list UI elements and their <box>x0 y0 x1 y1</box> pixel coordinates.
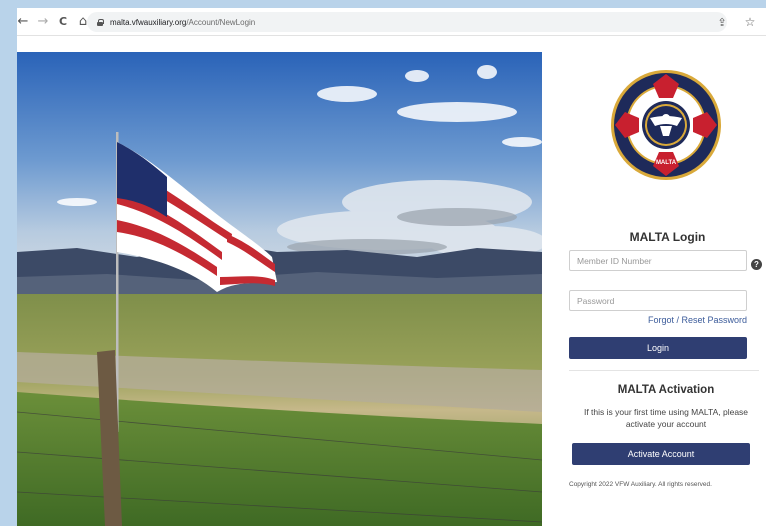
hero-image <box>17 52 542 526</box>
activation-description: If this is your first time using MALTA, … <box>583 407 749 429</box>
login-panel: MALTA MALTA Login Member ID Number ? Pas… <box>542 52 766 526</box>
bookmark-icon[interactable]: ☆ <box>740 12 760 32</box>
browser-toolbar: ← → C ⌂ malta.vfwauxiliary.org/Account/N… <box>17 8 766 36</box>
activation-title: MALTA Activation <box>617 384 715 396</box>
url-domain: malta.vfwauxiliary.org <box>110 17 187 27</box>
reload-icon[interactable]: C <box>53 12 73 32</box>
login-button[interactable]: Login <box>569 337 747 359</box>
copyright-text: Copyright 2022 VFW Auxiliary. All rights… <box>569 481 712 488</box>
divider <box>569 370 759 371</box>
help-icon[interactable]: ? <box>751 259 762 270</box>
forward-icon[interactable]: → <box>33 12 53 32</box>
share-icon[interactable]: ⇪ <box>712 12 732 32</box>
malta-logo: MALTA <box>611 70 721 180</box>
forgot-password-link[interactable]: Forgot / Reset Password <box>569 315 747 325</box>
lock-icon <box>97 18 104 26</box>
activate-account-button[interactable]: Activate Account <box>572 443 750 465</box>
url-path: /Account/NewLogin <box>186 17 256 27</box>
login-title: MALTA Login <box>629 230 706 244</box>
member-id-input[interactable]: Member ID Number <box>569 250 747 271</box>
back-icon[interactable]: ← <box>17 12 33 32</box>
browser-window: ← → C ⌂ malta.vfwauxiliary.org/Account/N… <box>17 8 766 526</box>
address-bar[interactable]: malta.vfwauxiliary.org/Account/NewLogin <box>87 12 727 32</box>
logo-bottom-text: MALTA <box>656 160 677 166</box>
password-input[interactable]: Password <box>569 290 747 311</box>
